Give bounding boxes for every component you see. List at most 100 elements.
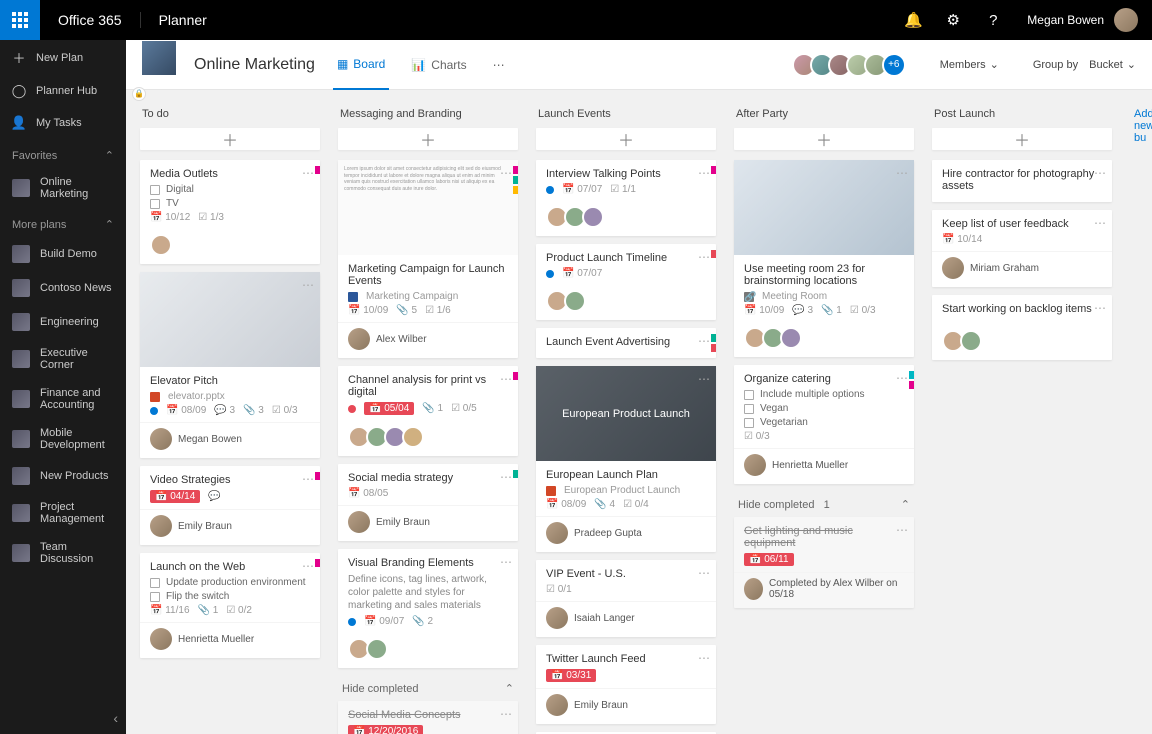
add-task-button[interactable]: ＋ <box>338 128 518 150</box>
task-card[interactable]: Video Strategies📅 04/14💬 ⋯Emily Braun <box>140 466 320 545</box>
card-more-icon[interactable]: ⋯ <box>698 334 710 348</box>
task-card[interactable]: Get lighting and music equipment📅 06/11⋯… <box>734 517 914 608</box>
help-icon[interactable]: ? <box>973 0 1013 40</box>
new-plan-button[interactable]: ＋New Plan <box>0 40 126 75</box>
card-more-icon[interactable]: ⋯ <box>698 250 710 264</box>
attachments-count: 📎 2 <box>412 616 433 627</box>
card-more-icon[interactable]: ⋯ <box>500 470 512 484</box>
add-task-button[interactable]: ＋ <box>932 128 1112 150</box>
group-by-dropdown[interactable]: Group by Bucket⌄ <box>1033 58 1136 71</box>
bucket-title[interactable]: To do <box>140 104 320 128</box>
planner-hub-link[interactable]: ◯Planner Hub <box>0 75 126 107</box>
add-task-button[interactable]: ＋ <box>734 128 914 150</box>
add-task-button[interactable]: ＋ <box>536 128 716 150</box>
card-more-icon[interactable]: ⋯ <box>698 566 710 580</box>
card-more-icon[interactable]: ⋯ <box>302 472 314 486</box>
task-card[interactable]: Launch Event Advertising⋯ <box>536 328 716 358</box>
task-card[interactable]: Hire contractor for photography assets⋯ <box>932 160 1112 202</box>
more-plans-heading[interactable]: More plans⌃ <box>0 208 126 237</box>
card-more-icon[interactable]: ⋯ <box>1094 216 1106 230</box>
card-more-icon[interactable]: ⋯ <box>896 166 908 180</box>
waffle-icon[interactable] <box>0 0 40 40</box>
plan-members-facepile[interactable]: +6 <box>798 53 906 77</box>
task-card[interactable]: Media OutletsDigitalTV📅 10/12☑ 1/3⋯ <box>140 160 320 264</box>
task-card[interactable]: Social Media Concepts📅 12/20/2016⋯Comple… <box>338 701 518 734</box>
checklist-item[interactable]: Update production environment <box>150 577 310 588</box>
brand-label[interactable]: Office 365 <box>40 12 141 28</box>
task-card[interactable]: Keep list of user feedback📅 10/14⋯Miriam… <box>932 210 1112 287</box>
card-more-icon[interactable]: ⋯ <box>1094 301 1106 315</box>
hide-completed-toggle[interactable]: Hide completed 1⌃ <box>734 492 914 517</box>
task-card[interactable]: Start working on backlog items⋯ <box>932 295 1112 360</box>
task-card[interactable]: Use meeting room 23 for brainstorming lo… <box>734 160 914 357</box>
avatar <box>150 234 172 256</box>
due-date: 📅 10/12 <box>150 212 190 223</box>
settings-icon[interactable]: ⚙ <box>933 0 973 40</box>
task-card[interactable]: Lorem ipsum dolor sit amet consectetur a… <box>338 160 518 358</box>
tab-board[interactable]: ▦Board <box>333 40 389 90</box>
sidebar-plan-item[interactable]: Contoso News <box>0 271 126 305</box>
bucket-title[interactable]: Launch Events <box>536 104 716 128</box>
sidebar-plan-item[interactable]: Finance and Accounting <box>0 379 126 419</box>
sidebar-plan-item[interactable]: Engineering <box>0 305 126 339</box>
members-dropdown[interactable]: Members⌄ <box>940 58 999 71</box>
bucket-title[interactable]: After Party <box>734 104 914 128</box>
card-more-icon[interactable]: ⋯ <box>698 166 710 180</box>
card-more-icon[interactable]: ⋯ <box>302 166 314 180</box>
user-menu[interactable]: Megan Bowen <box>1013 8 1152 32</box>
sidebar-plan-item[interactable]: Online Marketing <box>0 168 126 208</box>
app-name[interactable]: Planner <box>141 12 225 28</box>
tab-charts[interactable]: 📊Charts <box>407 40 470 90</box>
plan-thumb <box>12 544 30 562</box>
sidebar-plan-item[interactable]: Team Discussion <box>0 533 126 573</box>
plan-thumb <box>12 504 30 522</box>
favorites-heading[interactable]: Favorites⌃ <box>0 139 126 168</box>
plan-title[interactable]: Online Marketing <box>194 56 315 74</box>
my-tasks-link[interactable]: 👤My Tasks <box>0 107 126 139</box>
sidebar-plan-item[interactable]: Executive Corner <box>0 339 126 379</box>
card-more-icon[interactable]: ⋯ <box>302 559 314 573</box>
checklist-item[interactable]: TV <box>150 198 310 209</box>
bucket-title[interactable]: Post Launch <box>932 104 1112 128</box>
card-more-icon[interactable]: ⋯ <box>698 651 710 665</box>
more-menu[interactable]: ⋯ <box>489 40 509 90</box>
card-more-icon[interactable]: ⋯ <box>500 166 512 180</box>
task-card[interactable]: Interview Talking Points📅 07/07☑ 1/1⋯ <box>536 160 716 236</box>
card-more-icon[interactable]: ⋯ <box>896 371 908 385</box>
checklist-item[interactable]: Vegetarian <box>744 417 904 428</box>
card-more-icon[interactable]: ⋯ <box>500 555 512 569</box>
sidebar-plan-item[interactable]: Build Demo <box>0 237 126 271</box>
task-card[interactable]: Social media strategy📅 08/05⋯Emily Braun <box>338 464 518 541</box>
task-card[interactable]: Twitter Launch Feed📅 03/31⋯Emily Braun <box>536 645 716 724</box>
task-card[interactable]: Elevator Pitchelevator.pptx📅 08/09💬 3📎 3… <box>140 272 320 458</box>
task-card[interactable]: Launch on the WebUpdate production envir… <box>140 553 320 658</box>
checklist-item[interactable]: Flip the switch <box>150 591 310 602</box>
task-card[interactable]: Organize cateringInclude multiple option… <box>734 365 914 484</box>
card-title: Launch Event Advertising <box>546 336 706 348</box>
sidebar-plan-item[interactable]: Mobile Development <box>0 419 126 459</box>
add-task-button[interactable]: ＋ <box>140 128 320 150</box>
sidebar-plan-item[interactable]: New Products <box>0 459 126 493</box>
task-card[interactable]: Product Launch Timeline📅 07/07⋯ <box>536 244 716 320</box>
checklist-item[interactable]: Digital <box>150 184 310 195</box>
add-bucket-button[interactable]: Add new bu <box>1130 104 1152 720</box>
task-card[interactable]: European Product LaunchEuropean Launch P… <box>536 366 716 552</box>
plan-thumb <box>12 350 30 368</box>
sidebar-plan-item[interactable]: Project Management <box>0 493 126 533</box>
bucket-title[interactable]: Messaging and Branding <box>338 104 518 128</box>
hide-completed-toggle[interactable]: Hide completed⌃ <box>338 676 518 701</box>
checklist-item[interactable]: Include multiple options <box>744 389 904 400</box>
notifications-icon[interactable]: 🔔 <box>893 0 933 40</box>
card-labels <box>711 166 716 174</box>
task-card[interactable]: Visual Branding ElementsDefine icons, ta… <box>338 549 518 668</box>
checklist-item[interactable]: Vegan <box>744 403 904 414</box>
card-more-icon[interactable]: ⋯ <box>500 372 512 386</box>
card-more-icon[interactable]: ⋯ <box>698 372 710 386</box>
task-card[interactable]: Channel analysis for print vs digital📅 0… <box>338 366 518 456</box>
card-more-icon[interactable]: ⋯ <box>896 523 908 537</box>
card-more-icon[interactable]: ⋯ <box>1094 166 1106 180</box>
collapse-sidebar-button[interactable]: ‹ <box>113 710 118 726</box>
task-card[interactable]: VIP Event - U.S.☑ 0/1⋯Isaiah Langer <box>536 560 716 637</box>
card-more-icon[interactable]: ⋯ <box>302 278 314 292</box>
card-more-icon[interactable]: ⋯ <box>500 707 512 721</box>
